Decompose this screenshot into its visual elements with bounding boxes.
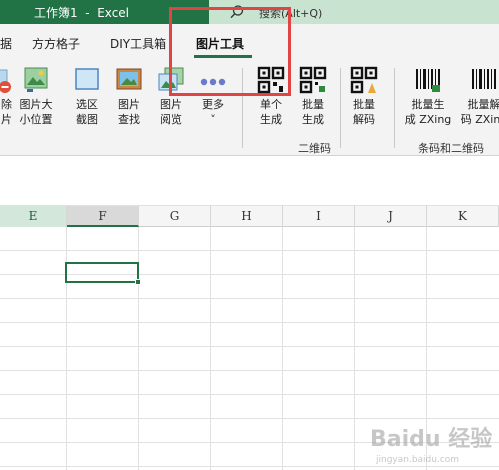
column-header-f[interactable]: F [67, 206, 139, 227]
ribbon-separator [340, 68, 341, 148]
image-size-icon [24, 67, 48, 92]
watermark-title: Baidu 经验 [370, 426, 492, 452]
qr-decode-icon [350, 66, 378, 94]
tab-diy-toolbox[interactable]: DIY工具箱 [110, 35, 166, 52]
active-cell[interactable] [65, 262, 141, 285]
watermark-sub: jingyan.baidu.com [375, 455, 459, 465]
column-header-e[interactable]: E [0, 206, 67, 227]
column-header-j[interactable]: J [355, 206, 427, 227]
qr-batch-icon [299, 66, 327, 94]
baidu-watermark-logo: Baidu 经验 jingyan.baidu.com [370, 426, 492, 465]
tab-data[interactable]: 据 [0, 35, 12, 52]
barcode-generate-icon [416, 69, 440, 92]
formula-area [0, 156, 499, 206]
barcode-decode-icon [472, 69, 496, 89]
group-label-barcode: 条码和二维码 [418, 142, 484, 155]
delete-image-icon [0, 69, 11, 93]
window-title: 工作簿1 - Excel [34, 6, 130, 20]
tab-fangfang[interactable]: 方方格子 [32, 35, 80, 52]
column-header-g[interactable]: G [139, 206, 211, 227]
highlight-box [169, 7, 291, 96]
fill-handle[interactable] [135, 279, 141, 285]
group-label-qr: 二维码 [298, 142, 331, 155]
ribbon-separator [394, 68, 395, 148]
column-header-k[interactable]: K [427, 206, 499, 227]
screenshot-icon [75, 68, 99, 90]
image-find-icon [116, 68, 142, 90]
column-header-i[interactable]: I [283, 206, 355, 227]
column-headers: E F G H I J K [0, 206, 499, 227]
column-header-h[interactable]: H [211, 206, 283, 227]
